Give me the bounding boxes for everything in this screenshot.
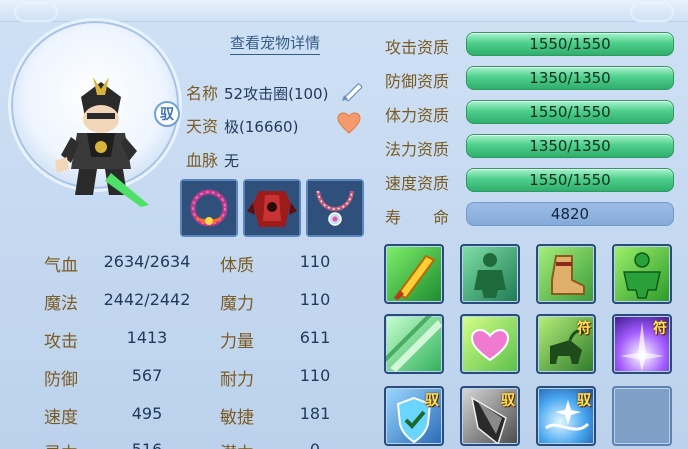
name-label: 名称: [186, 84, 219, 103]
stat-label-mp: 魔法: [44, 294, 78, 314]
yu-badge: 驭: [425, 393, 439, 409]
pet-figure-icon: [55, 77, 149, 207]
aptitude-bar-defense: 1350/1350: [466, 66, 674, 90]
heart-icon[interactable]: [337, 112, 361, 134]
stat-value-defense: 567: [131, 366, 163, 385]
skill-slot-3[interactable]: [536, 244, 596, 304]
necklace-ring-icon: [182, 181, 236, 235]
aptitude-label-speed: 速度资质: [385, 174, 450, 193]
stat-label-potential: 潜力: [220, 439, 254, 449]
stat-value-potential: 0: [280, 440, 350, 449]
skill-slot-11[interactable]: 驭: [536, 386, 596, 446]
equip-slot-armor[interactable]: [243, 179, 301, 237]
stat-value-endurance: 110: [299, 366, 331, 385]
green-slash-skill-icon: [386, 316, 442, 372]
pet-name-row: 名称 52攻击圈(100): [186, 80, 328, 104]
yu-badge: 驭: [577, 393, 591, 409]
equip-slot-ring[interactable]: [180, 179, 238, 237]
skill-slot-7[interactable]: 符: [536, 314, 596, 374]
pet-portrait: 驭: [8, 18, 182, 207]
blood-value: 无: [224, 152, 240, 170]
blood-label: 血脉: [186, 151, 219, 170]
skill-slot-empty[interactable]: [612, 386, 672, 446]
stat-label-constitution: 体质: [220, 256, 254, 276]
necklace-icon: [308, 181, 362, 235]
stat-value-hp: 2634/2634: [103, 252, 191, 271]
life-label: 寿 命: [385, 208, 450, 227]
boot-skill-icon: [551, 255, 585, 295]
stat-value-strength: 611: [299, 328, 331, 347]
green-figure-skill-icon: [474, 253, 506, 298]
pet-blood-row: 血脉无: [186, 147, 239, 171]
sword-skill-icon: [394, 254, 436, 300]
skill-slot-4[interactable]: [612, 244, 672, 304]
armor-icon: [245, 181, 299, 235]
pet-info-panel: 驭 查看宠物详情 名称 52攻击圈(100) 天资 极(16660) 血脉无 气…: [0, 0, 688, 449]
skill-slot-2[interactable]: [460, 244, 520, 304]
skill-slot-1[interactable]: [384, 244, 444, 304]
skill-slot-5[interactable]: [384, 314, 444, 374]
stat-value-agility: 181: [299, 404, 331, 423]
stat-label-endurance: 耐力: [220, 370, 254, 390]
aptitude-bar-stamina: 1550/1550: [466, 100, 674, 124]
stat-label-defense: 防御: [44, 370, 78, 390]
stat-value-mp: 2442/2442: [103, 290, 191, 309]
stat-label-strength: 力量: [220, 332, 254, 352]
pet-grade-row: 天资 极(16660): [186, 113, 298, 137]
aptitude-label-attack: 攻击资质: [385, 38, 450, 57]
aptitude-bar-magic: 1350/1350: [466, 134, 674, 158]
skill-slot-6[interactable]: [460, 314, 520, 374]
aptitude-label-defense: 防御资质: [385, 72, 450, 91]
stat-value-attack: 1413: [126, 328, 168, 347]
view-pet-details-link[interactable]: 查看宠物详情: [230, 32, 321, 55]
stat-value-spirit: 516: [96, 440, 198, 449]
stat-value-magic: 110: [299, 290, 331, 309]
stat-label-hp: 气血: [44, 256, 78, 276]
tag-badge-icon: 驭: [154, 101, 180, 127]
life-bar: 4820: [466, 202, 674, 226]
skill-slot-8[interactable]: 符: [612, 314, 672, 374]
skill-slot-10[interactable]: 驭: [460, 386, 520, 446]
stat-label-attack: 攻击: [44, 332, 78, 352]
aptitude-bar-attack: 1550/1550: [466, 32, 674, 56]
fu-badge: 符: [653, 321, 667, 337]
stat-value-speed: 495: [131, 404, 163, 423]
stat-label-spirit: 灵力: [44, 439, 78, 449]
heart-skill-icon: [470, 328, 510, 362]
aptitude-bar-speed: 1550/1550: [466, 168, 674, 192]
equip-slot-necklace[interactable]: [306, 179, 364, 237]
stat-label-speed: 速度: [44, 408, 78, 428]
name-value: 52攻击圈(100): [224, 85, 329, 103]
stat-label-magic: 魔力: [220, 294, 254, 314]
aptitude-label-magic: 法力资质: [385, 140, 450, 159]
grade-label: 天资: [186, 117, 219, 136]
skill-slot-9[interactable]: 驭: [384, 386, 444, 446]
stat-value-constitution: 110: [299, 252, 331, 271]
aptitude-label-stamina: 体力资质: [385, 106, 450, 125]
yu-badge: 驭: [501, 393, 515, 409]
strong-figure-skill-icon: [623, 252, 661, 299]
grade-value: 极(16660): [224, 118, 299, 136]
fu-badge: 符: [577, 321, 591, 337]
stat-label-agility: 敏捷: [220, 408, 254, 428]
edit-pen-icon[interactable]: [339, 76, 367, 104]
